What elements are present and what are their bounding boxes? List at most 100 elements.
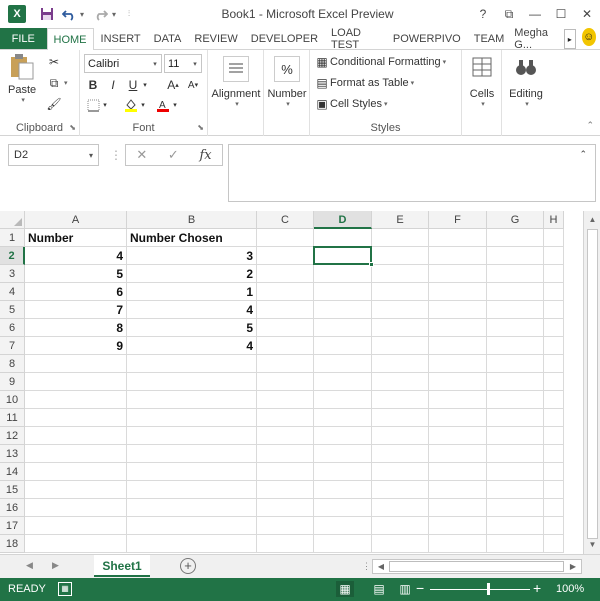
maximize-icon[interactable]: ☐ bbox=[548, 2, 574, 26]
column-header-b[interactable]: B bbox=[127, 211, 257, 229]
bold-button[interactable]: B bbox=[84, 76, 102, 94]
cell-b10[interactable] bbox=[127, 391, 257, 409]
cell-d16[interactable] bbox=[314, 499, 372, 517]
cell-h6[interactable] bbox=[544, 319, 564, 337]
redo-icon[interactable] bbox=[90, 4, 112, 24]
minimize-icon[interactable]: — bbox=[522, 2, 548, 26]
cell-f8[interactable] bbox=[429, 355, 487, 373]
cell-d5[interactable] bbox=[314, 301, 372, 319]
cell-a10[interactable] bbox=[25, 391, 127, 409]
row-header-9[interactable]: 9 bbox=[0, 373, 25, 391]
cell-e15[interactable] bbox=[372, 481, 429, 499]
expand-formula-bar-icon[interactable]: ⌃ bbox=[579, 149, 587, 160]
column-header-g[interactable]: G bbox=[487, 211, 544, 229]
sheet-nav-prev-icon[interactable]: ◀ bbox=[26, 560, 33, 571]
close-icon[interactable]: ✕ bbox=[574, 2, 600, 26]
cell-a15[interactable] bbox=[25, 481, 127, 499]
cell-b9[interactable] bbox=[127, 373, 257, 391]
account-name[interactable]: Megha G... bbox=[510, 27, 562, 51]
row-header-8[interactable]: 8 bbox=[0, 355, 25, 373]
scroll-up-icon[interactable]: ▲ bbox=[586, 213, 599, 227]
font-name-select[interactable]: Calibri ▾ bbox=[84, 54, 162, 73]
cell-f10[interactable] bbox=[429, 391, 487, 409]
cell-g17[interactable] bbox=[487, 517, 544, 535]
cell-b18[interactable] bbox=[127, 535, 257, 553]
tab-team[interactable]: TEAM bbox=[467, 28, 511, 49]
zoom-in-icon[interactable]: + bbox=[533, 580, 541, 596]
cell-b3[interactable]: 2 bbox=[127, 265, 257, 283]
grow-font-button[interactable]: A ▴ bbox=[164, 76, 182, 94]
cell-c15[interactable] bbox=[257, 481, 314, 499]
cell-h2[interactable] bbox=[544, 247, 564, 265]
cell-g14[interactable] bbox=[487, 463, 544, 481]
cell-d4[interactable] bbox=[314, 283, 372, 301]
save-icon[interactable] bbox=[36, 4, 58, 24]
cell-f9[interactable] bbox=[429, 373, 487, 391]
cell-h18[interactable] bbox=[544, 535, 564, 553]
cut-button[interactable]: ✂ bbox=[46, 54, 62, 70]
cell-h10[interactable] bbox=[544, 391, 564, 409]
row-header-2[interactable]: 2 bbox=[0, 247, 25, 265]
cell-a8[interactable] bbox=[25, 355, 127, 373]
cell-b1[interactable]: Number Chosen bbox=[127, 229, 257, 247]
cell-d13[interactable] bbox=[314, 445, 372, 463]
cell-f7[interactable] bbox=[429, 337, 487, 355]
vertical-scroll-thumb[interactable] bbox=[587, 229, 598, 539]
row-header-4[interactable]: 4 bbox=[0, 283, 25, 301]
cell-d15[interactable] bbox=[314, 481, 372, 499]
cell-b4[interactable]: 1 bbox=[127, 283, 257, 301]
row-header-11[interactable]: 11 bbox=[0, 409, 25, 427]
zoom-level[interactable]: 100% bbox=[556, 583, 584, 595]
borders-dropdown-icon[interactable]: ▾ bbox=[100, 96, 110, 114]
cell-f14[interactable] bbox=[429, 463, 487, 481]
row-header-17[interactable]: 17 bbox=[0, 517, 25, 535]
cell-f11[interactable] bbox=[429, 409, 487, 427]
formula-input[interactable]: ⌃ bbox=[228, 144, 596, 202]
cell-f12[interactable] bbox=[429, 427, 487, 445]
cell-f1[interactable] bbox=[429, 229, 487, 247]
cell-f17[interactable] bbox=[429, 517, 487, 535]
cells-button[interactable]: Cells ▾ bbox=[462, 54, 502, 108]
cell-h16[interactable] bbox=[544, 499, 564, 517]
zoom-slider-thumb[interactable] bbox=[487, 583, 490, 595]
cell-g10[interactable] bbox=[487, 391, 544, 409]
cell-c16[interactable] bbox=[257, 499, 314, 517]
format-as-table-button[interactable]: ▤ Format as Table ▾ bbox=[314, 75, 414, 91]
excel-logo-icon[interactable]: X bbox=[8, 5, 26, 23]
macro-recording-icon[interactable]: ▦ bbox=[58, 582, 72, 596]
row-header-18[interactable]: 18 bbox=[0, 535, 25, 553]
cell-a3[interactable]: 5 bbox=[25, 265, 127, 283]
help-icon[interactable]: ? bbox=[470, 2, 496, 26]
cell-e6[interactable] bbox=[372, 319, 429, 337]
cell-a9[interactable] bbox=[25, 373, 127, 391]
cell-h1[interactable] bbox=[544, 229, 564, 247]
cell-c13[interactable] bbox=[257, 445, 314, 463]
cell-g18[interactable] bbox=[487, 535, 544, 553]
cell-g7[interactable] bbox=[487, 337, 544, 355]
ribbon-display-icon[interactable]: ⧉ bbox=[496, 2, 522, 26]
customize-qat-icon[interactable]: ⫶ bbox=[128, 9, 138, 19]
cell-g5[interactable] bbox=[487, 301, 544, 319]
cell-e5[interactable] bbox=[372, 301, 429, 319]
cell-f4[interactable] bbox=[429, 283, 487, 301]
feedback-smiley-icon[interactable]: ☺ bbox=[581, 28, 596, 46]
active-cell-selection[interactable] bbox=[313, 246, 372, 265]
cell-h13[interactable] bbox=[544, 445, 564, 463]
cell-d7[interactable] bbox=[314, 337, 372, 355]
cell-c3[interactable] bbox=[257, 265, 314, 283]
row-header-5[interactable]: 5 bbox=[0, 301, 25, 319]
cell-b11[interactable] bbox=[127, 409, 257, 427]
cell-d18[interactable] bbox=[314, 535, 372, 553]
cell-d12[interactable] bbox=[314, 427, 372, 445]
cell-b5[interactable]: 4 bbox=[127, 301, 257, 319]
cell-h9[interactable] bbox=[544, 373, 564, 391]
cell-e12[interactable] bbox=[372, 427, 429, 445]
fill-color-dropdown-icon[interactable]: ▾ bbox=[138, 96, 148, 114]
cell-h14[interactable] bbox=[544, 463, 564, 481]
paste-dropdown-icon[interactable]: ▾ bbox=[21, 96, 25, 104]
cell-a5[interactable]: 7 bbox=[25, 301, 127, 319]
cell-g4[interactable] bbox=[487, 283, 544, 301]
cell-h11[interactable] bbox=[544, 409, 564, 427]
cell-a7[interactable]: 9 bbox=[25, 337, 127, 355]
row-header-16[interactable]: 16 bbox=[0, 499, 25, 517]
